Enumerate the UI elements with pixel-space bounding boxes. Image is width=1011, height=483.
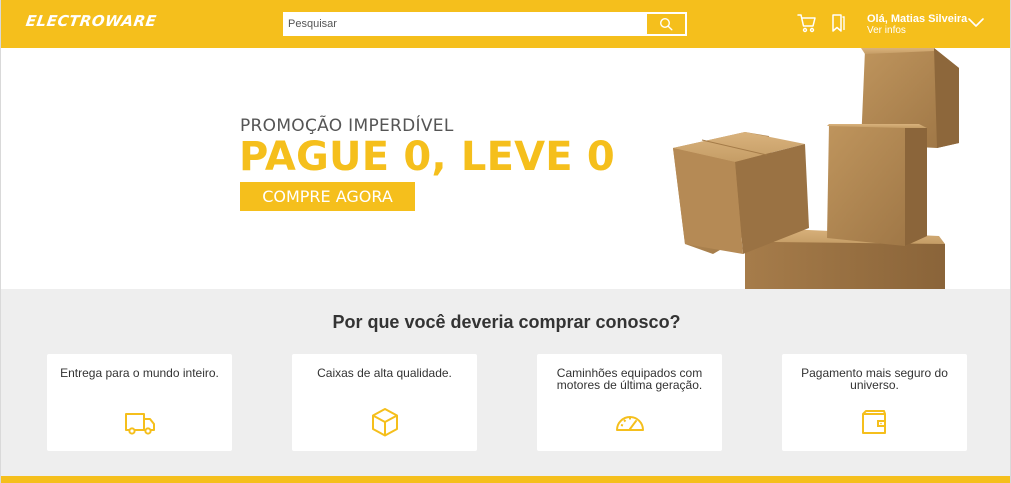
search-button[interactable] xyxy=(646,13,686,35)
section-title: Por que você deveria comprar conosco? xyxy=(332,312,681,332)
user-menu[interactable]: Olá, Matias Silveira Ver infos xyxy=(867,13,967,36)
user-greeting: Olá, Matias Silveira xyxy=(867,13,968,25)
feature-text: Caminhões equipados com motores de últim… xyxy=(556,366,703,392)
feature-text: Caixas de alta qualidade. xyxy=(317,366,452,380)
cart-icon xyxy=(797,14,816,33)
promo-title: PAGUE 0, LEVE 0 xyxy=(239,134,615,180)
bookmark-button[interactable] xyxy=(828,12,848,34)
speedometer-icon xyxy=(616,416,644,431)
feature-text: Entrega para o mundo inteiro. xyxy=(60,366,219,380)
cardboard-boxes-image xyxy=(673,48,959,289)
buy-now-button[interactable]: COMPRE AGORA xyxy=(240,182,415,211)
search-input[interactable] xyxy=(284,13,646,35)
search-icon xyxy=(659,17,673,31)
chevron-down-icon[interactable] xyxy=(967,16,985,28)
feature-text: Pagamento mais seguro do universo. xyxy=(801,366,948,392)
box-icon xyxy=(372,408,398,437)
bookmark-icon xyxy=(832,14,845,32)
search-bar xyxy=(283,12,687,36)
header: ELECTROWARE Olá, Matia xyxy=(1,0,1010,48)
truck-icon xyxy=(125,413,155,435)
logo[interactable]: ELECTROWARE xyxy=(25,12,158,30)
footer-strip xyxy=(1,476,1010,483)
promo-subtitle: PROMOÇÃO IMPERDÍVEL xyxy=(240,116,454,136)
why-buy-section: Por que você deveria comprar conosco? En… xyxy=(1,289,1010,476)
feature-card-secure-payment: Pagamento mais seguro do universo. xyxy=(782,354,967,451)
hero-banner: PROMOÇÃO IMPERDÍVEL PAGUE 0, LEVE 0 COMP… xyxy=(1,48,1010,289)
feature-card-modern-trucks: Caminhões equipados com motores de últim… xyxy=(537,354,722,451)
feature-card-quality-boxes: Caixas de alta qualidade. xyxy=(292,354,477,451)
wallet-icon xyxy=(862,410,886,434)
user-info-link[interactable]: Ver infos xyxy=(867,25,967,36)
feature-card-worldwide-delivery: Entrega para o mundo inteiro. xyxy=(47,354,232,451)
cart-button[interactable] xyxy=(797,12,817,34)
page: ELECTROWARE Olá, Matia xyxy=(0,0,1011,483)
